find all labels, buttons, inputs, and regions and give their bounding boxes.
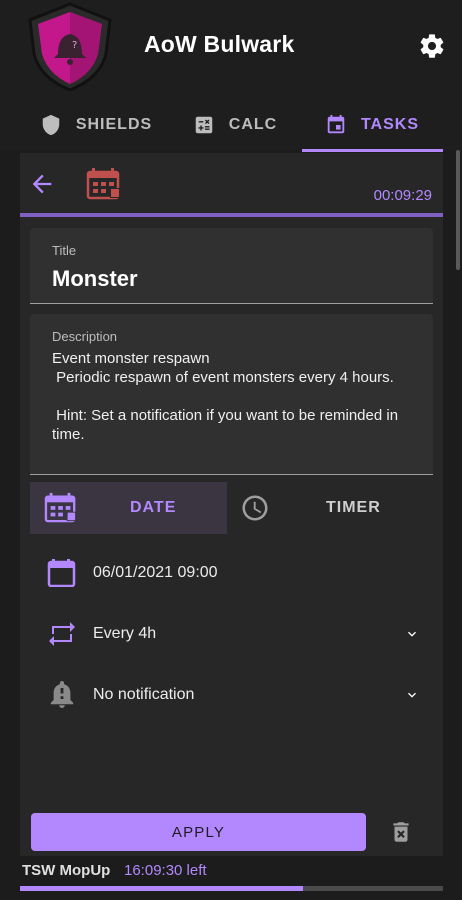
mode-timer-button[interactable]: TIMER [227, 482, 433, 534]
description-field[interactable]: Description Event monster respawn Period… [30, 314, 433, 475]
repeat-row[interactable]: Every 4h [44, 614, 424, 654]
chevron-down-icon[interactable] [404, 687, 420, 703]
mode-toggle: DATE TIMER [30, 482, 433, 534]
bell-alert-icon [50, 681, 74, 708]
calculator-icon [195, 116, 213, 134]
scrollbar[interactable] [456, 150, 460, 270]
trash-icon[interactable] [388, 818, 414, 846]
calendar-outline-icon [47, 559, 76, 587]
title-field[interactable]: Title Monster [30, 228, 433, 304]
date-time-row[interactable]: 06/01/2021 09:00 [44, 553, 424, 593]
active-task-name: TSW MopUp [22, 862, 111, 879]
title-field-label: Title [52, 243, 77, 258]
tab-shields-label: SHIELDS [75, 116, 153, 133]
description-field-value: Event monster respawn Periodic respawn o… [52, 350, 399, 443]
repeat-value: Every 4h [93, 625, 157, 642]
calendar-task-icon [86, 168, 120, 200]
notification-value: No notification [93, 686, 195, 703]
settings-gear-icon[interactable] [418, 32, 446, 60]
task-timer: 00:09:29 [373, 187, 432, 204]
tab-calc-label: CALC [228, 116, 278, 133]
task-progress-bar [20, 213, 443, 217]
back-arrow-icon[interactable] [28, 170, 56, 198]
active-task-time-left: 16:09:30 left [124, 862, 207, 879]
title-field-value: Monster [52, 266, 138, 291]
tab-tasks-label: TASKS [360, 116, 420, 133]
mode-date-button[interactable]: DATE [30, 482, 227, 534]
active-task-progress-track [20, 886, 443, 891]
description-field-label: Description [52, 329, 118, 344]
chevron-down-icon[interactable] [404, 626, 420, 642]
calendar-grid-icon [44, 492, 77, 523]
mode-timer-label: TIMER [326, 499, 381, 516]
shield-icon [42, 114, 60, 136]
app-header: ? AoW Bulwark [0, 0, 462, 100]
apply-button[interactable]: APPLY [31, 813, 366, 851]
notification-row[interactable]: No notification [44, 675, 424, 715]
active-tab-indicator [302, 149, 443, 152]
shield-logo-icon: ? [28, 2, 112, 92]
repeat-icon [49, 622, 75, 646]
app-title: AoW Bulwark [144, 31, 295, 57]
tab-bar: SHIELDS CALC TASKS [0, 100, 462, 150]
tab-calc[interactable]: CALC [190, 100, 280, 150]
mode-date-label: DATE [130, 499, 177, 516]
tab-shields[interactable]: SHIELDS [36, 100, 156, 150]
date-time-value: 06/01/2021 09:00 [93, 564, 218, 581]
calendar-icon [327, 114, 345, 134]
clock-icon [242, 495, 268, 521]
active-task-status: TSW MopUp 16:09:30 left [0, 856, 462, 900]
svg-text:?: ? [72, 40, 77, 51]
tab-tasks[interactable]: TASKS [316, 100, 428, 150]
active-task-progress-fill [20, 886, 304, 891]
